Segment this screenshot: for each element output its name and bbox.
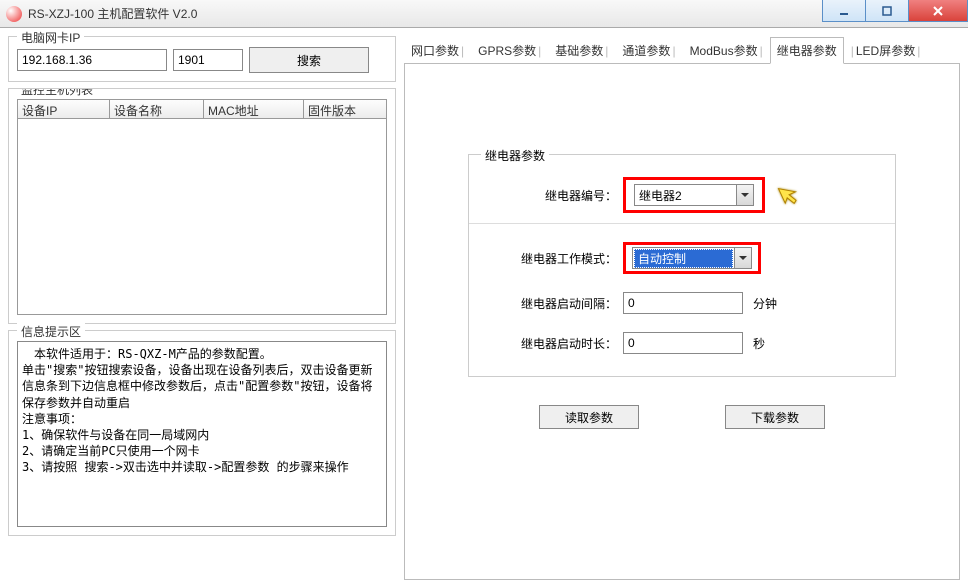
relay-interval-input[interactable] <box>623 292 743 314</box>
download-params-button[interactable]: 下载参数 <box>725 405 825 429</box>
info-group: 信息提示区 <box>8 330 396 536</box>
relay-id-value: 继电器2 <box>635 187 736 204</box>
tabs: 网口参数| GPRS参数| 基础参数| 通道参数| ModBus参数| 继电器参… <box>404 36 960 64</box>
read-params-button[interactable]: 读取参数 <box>539 405 639 429</box>
col-fw[interactable]: 固件版本 <box>304 100 386 118</box>
tab-modbus[interactable]: ModBus参数| <box>683 37 770 64</box>
relay-mode-value: 自动控制 <box>634 249 733 268</box>
tab-led[interactable]: |LED屏参数| <box>844 37 928 64</box>
netcard-group: 电脑网卡IP 搜索 <box>8 36 396 82</box>
relay-legend: 继电器参数 <box>481 147 549 164</box>
hostlist-body[interactable] <box>17 119 387 315</box>
hostlist-group: 监控主机列表 设备IP 设备名称 MAC地址 固件版本 <box>8 88 396 324</box>
tab-base[interactable]: 基础参数| <box>548 37 615 64</box>
relay-duration-input[interactable] <box>623 332 743 354</box>
title-bar: RS-XZJ-100 主机配置软件 V2.0 <box>0 0 968 28</box>
col-name[interactable]: 设备名称 <box>110 100 204 118</box>
relay-duration-unit: 秒 <box>753 335 765 352</box>
tab-channel[interactable]: 通道参数| <box>615 37 682 64</box>
dropdown-icon[interactable] <box>736 185 753 205</box>
col-ip[interactable]: 设备IP <box>18 100 110 118</box>
relay-id-label: 继电器编号： <box>505 187 623 204</box>
relay-mode-label: 继电器工作模式： <box>505 250 623 267</box>
info-textarea[interactable] <box>17 341 387 527</box>
window-controls <box>823 0 968 27</box>
hostlist-legend: 监控主机列表 <box>17 88 97 98</box>
search-button[interactable]: 搜索 <box>249 47 369 73</box>
maximize-button[interactable] <box>865 0 909 22</box>
col-mac[interactable]: MAC地址 <box>204 100 304 118</box>
relay-interval-label: 继电器启动间隔： <box>505 295 623 312</box>
tab-relay[interactable]: 继电器参数 <box>770 37 844 64</box>
relay-duration-label: 继电器启动时长： <box>505 335 623 352</box>
tab-net[interactable]: 网口参数| <box>404 37 471 64</box>
dropdown-icon[interactable] <box>734 248 751 268</box>
port-input[interactable] <box>173 49 243 71</box>
tab-content: 继电器参数 继电器编号： 继电器2 继电器工作模式： <box>404 64 960 580</box>
relay-group: 继电器参数 继电器编号： 继电器2 继电器工作模式： <box>468 154 896 377</box>
relay-mode-highlight: 自动控制 <box>623 242 761 274</box>
info-legend: 信息提示区 <box>17 323 85 340</box>
tab-gprs[interactable]: GPRS参数| <box>471 37 548 64</box>
hostlist-header: 设备IP 设备名称 MAC地址 固件版本 <box>17 99 387 119</box>
netcard-legend: 电脑网卡IP <box>17 29 84 46</box>
ip-input[interactable] <box>17 49 167 71</box>
cursor-pointer-icon <box>775 183 803 211</box>
window-title: RS-XZJ-100 主机配置软件 V2.0 <box>28 5 823 22</box>
relay-id-select[interactable]: 继电器2 <box>634 184 754 206</box>
relay-mode-select[interactable]: 自动控制 <box>632 247 752 269</box>
relay-id-highlight: 继电器2 <box>623 177 765 213</box>
minimize-button[interactable] <box>822 0 866 22</box>
close-button[interactable] <box>908 0 968 22</box>
app-icon <box>6 6 22 22</box>
relay-interval-unit: 分钟 <box>753 295 777 312</box>
